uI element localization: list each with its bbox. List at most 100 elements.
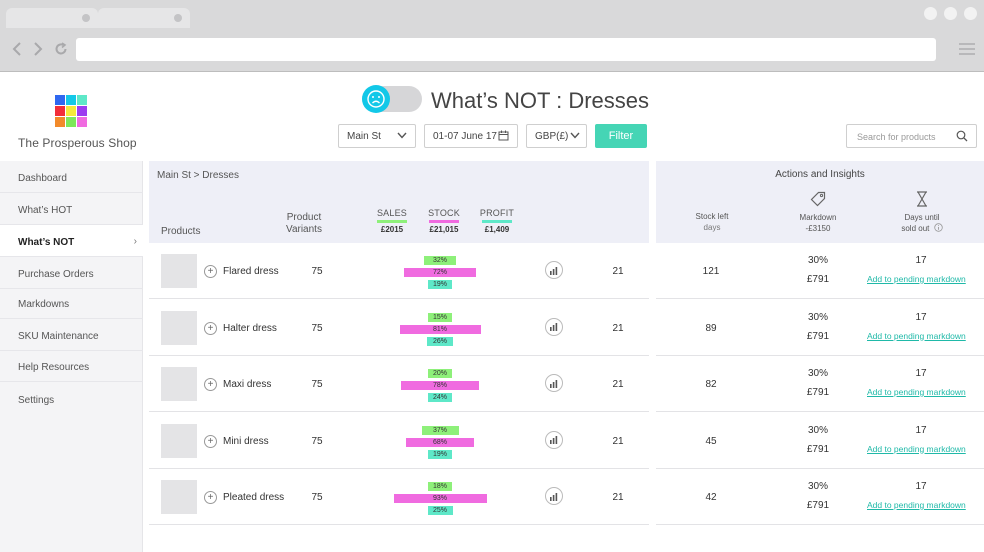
product-count: 21 (612, 266, 624, 277)
sidebar-item-dashboard[interactable]: Dashboard (0, 161, 143, 193)
price-tag-icon (810, 191, 826, 207)
table-row[interactable]: + Flared dress 75 32% 72% 19% 21 (149, 243, 649, 299)
markdown-amount: £791 (806, 500, 830, 511)
metric-color-bar (429, 220, 459, 223)
stock-bar: 81% (399, 324, 481, 334)
url-bar[interactable] (76, 38, 936, 61)
browser-tab[interactable] (6, 8, 98, 28)
currency-select[interactable]: GBP(£) (526, 124, 587, 148)
menu-icon[interactable] (959, 43, 975, 58)
sidebar-item-label: What’s HOT (18, 205, 73, 216)
bar-chart-icon[interactable] (545, 317, 563, 336)
product-name[interactable]: Pleated dress (223, 492, 284, 503)
add-to-pending-markdown-link[interactable]: Add to pending markdown (867, 331, 966, 341)
sidebar-item-label: Purchase Orders (18, 269, 94, 280)
product-thumbnail[interactable] (161, 367, 197, 401)
bar-chart-icon[interactable] (545, 487, 563, 505)
product-variants: 75 (311, 435, 323, 447)
expand-plus-icon[interactable]: + (204, 491, 217, 504)
product-name[interactable]: Mini dress (223, 436, 269, 447)
forward-icon[interactable] (33, 42, 43, 56)
browser-chrome (0, 0, 984, 72)
insights-title: Actions and Insights (775, 169, 865, 180)
bar-chart-icon[interactable] (545, 430, 563, 449)
table-row[interactable]: + Halter dress 75 15% 81% 26% 21 (149, 300, 649, 356)
metric-sales: SALES £2015 (372, 208, 412, 234)
sidebar-item-markdowns[interactable]: Markdowns (0, 287, 143, 319)
reload-icon[interactable] (54, 42, 68, 56)
days-until-sold-out: 17 (915, 255, 927, 266)
table-row[interactable]: + Maxi dress 75 20% 78% 24% 21 (149, 356, 649, 412)
profit-bar: 19% (428, 449, 452, 459)
logo-icon (55, 95, 87, 127)
back-icon[interactable] (12, 42, 22, 56)
filter-button[interactable]: Filter (595, 124, 647, 148)
product-count: 21 (612, 435, 624, 447)
sidebar-item-whats-hot[interactable]: What’s HOT (0, 193, 143, 225)
column-header-line: Markdown (799, 213, 837, 222)
sad-face-icon (362, 85, 390, 113)
column-header-line: sold out (892, 223, 952, 234)
days-until-sold-out: 17 (915, 424, 927, 436)
product-name[interactable]: Halter dress (223, 323, 277, 334)
markdown-amount: £791 (806, 274, 830, 285)
column-header-stock-left: Stock left days (686, 211, 738, 233)
breadcrumb[interactable]: Main St > Dresses (157, 170, 239, 181)
sidebar-item-whats-not[interactable]: What’s NOT › (0, 225, 143, 257)
column-header-variants: Product Variants (279, 212, 329, 236)
product-name[interactable]: Maxi dress (223, 379, 271, 390)
sidebar-item-label: Markdowns (18, 299, 70, 310)
product-count: 21 (612, 379, 624, 390)
insights-panel: Actions and Insights Stock left days Mar… (656, 161, 984, 552)
calendar-icon (498, 130, 509, 141)
window-button[interactable] (964, 7, 977, 20)
product-name[interactable]: Flared dress (223, 266, 279, 277)
bar-chart-icon[interactable] (545, 261, 563, 279)
product-thumbnail[interactable] (161, 254, 197, 288)
column-header-products: Products (161, 226, 201, 237)
browser-tab[interactable] (98, 8, 190, 28)
expand-plus-icon[interactable]: + (204, 265, 217, 278)
add-to-pending-markdown-link[interactable]: Add to pending markdown (867, 500, 966, 510)
sidebar-item-label: Help Resources (18, 362, 90, 373)
sidebar-item-settings[interactable]: Settings (0, 383, 143, 415)
markdown-percent: 30% (807, 481, 828, 492)
metric-profit: PROFIT £1,409 (477, 208, 517, 234)
sidebar-item-purchase-orders[interactable]: Purchase Orders (0, 257, 143, 289)
search-input[interactable]: Search for products (846, 124, 977, 148)
markdown-amount: £791 (806, 387, 830, 398)
expand-plus-icon[interactable]: + (204, 321, 217, 335)
bar-chart-icon[interactable] (545, 374, 563, 392)
column-header-line: days (703, 223, 721, 232)
column-header-markdown: Markdown -£3150 (786, 191, 850, 234)
store-select[interactable]: Main St (338, 124, 416, 148)
tab-close-icon[interactable] (174, 14, 182, 22)
days-until-sold-out: 17 (915, 311, 927, 323)
add-to-pending-markdown-link[interactable]: Add to pending markdown (867, 444, 966, 454)
table-row[interactable]: + Mini dress 75 37% 68% 19% 21 (149, 413, 649, 469)
sidebar-item-sku-maintenance[interactable]: SKU Maintenance (0, 319, 143, 351)
tab-close-icon[interactable] (82, 14, 90, 22)
product-thumbnail[interactable] (161, 423, 197, 458)
search-icon[interactable] (956, 130, 968, 142)
insight-row: 82 30% £791 17 Add to pending markdown (656, 356, 984, 412)
info-icon[interactable] (933, 223, 943, 232)
expand-plus-icon[interactable]: + (204, 434, 217, 448)
table-row[interactable]: + Pleated dress 75 18% 93% 25% 21 (149, 469, 649, 525)
product-thumbnail[interactable] (161, 480, 197, 514)
product-thumbnail[interactable] (161, 310, 197, 345)
add-to-pending-markdown-link[interactable]: Add to pending markdown (867, 387, 966, 397)
add-to-pending-markdown-link[interactable]: Add to pending markdown (867, 274, 966, 284)
sidebar-item-label: SKU Maintenance (18, 331, 99, 342)
date-range-picker[interactable]: 01-07 June 17 (424, 124, 518, 148)
window-button[interactable] (944, 7, 957, 20)
column-header-line: Days until (904, 213, 940, 222)
mood-toggle[interactable] (362, 85, 422, 113)
product-variants: 75 (311, 379, 323, 390)
hourglass-icon (917, 191, 927, 207)
sidebar-item-help-resources[interactable]: Help Resources (0, 350, 143, 382)
window-button[interactable] (924, 7, 937, 20)
stock-left-days: 89 (705, 322, 717, 334)
column-header-line: Stock left (695, 212, 729, 221)
expand-plus-icon[interactable]: + (204, 378, 217, 391)
